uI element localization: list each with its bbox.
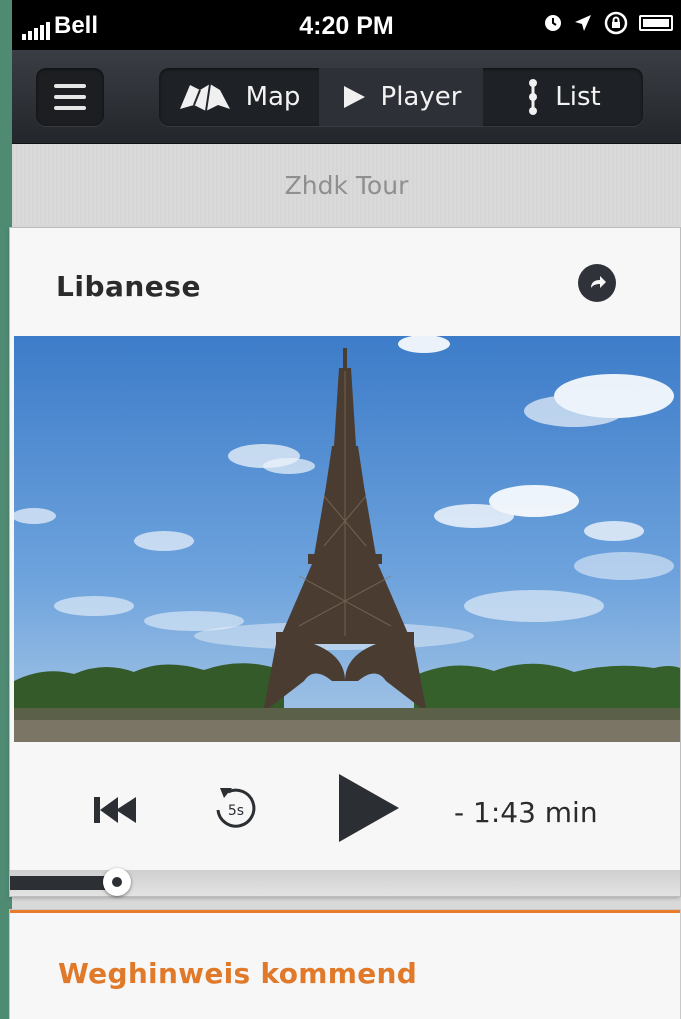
progress-bar[interactable] [10,868,680,896]
time-remaining: - 1:43 min [454,796,598,829]
view-switcher: Map Player List [159,68,643,126]
nav-bar: Map Player List [12,50,681,144]
tab-map-label: Map [245,82,301,112]
clock-icon [545,15,561,31]
tab-list-label: List [555,82,601,112]
play-button[interactable] [330,768,406,848]
rewind-5s-button[interactable]: 5s [206,778,266,838]
route-hint-card[interactable]: Weghinweis kommend [10,910,680,1019]
skip-back-button[interactable] [88,786,144,834]
share-arrow-icon [591,276,606,288]
map-icon [179,83,230,112]
play-large-icon [339,774,399,842]
share-button[interactable] [578,264,616,302]
skip-previous-icon [94,797,136,823]
tab-map[interactable]: Map [159,68,319,126]
menu-button[interactable] [36,68,104,126]
stop-photo [14,336,680,742]
tour-title: Zhdk Tour [12,145,681,225]
list-icon [529,79,538,115]
progress-knob[interactable] [103,868,131,896]
player-controls: 5s - 1:43 min [10,742,680,870]
eiffel-tower-photo [14,336,680,742]
stop-title: Libanese [56,270,201,303]
play-icon [343,86,365,108]
status-bar: Bell 4:20 PM [12,0,681,50]
progress-fill [10,876,117,890]
tab-list[interactable]: List [483,68,643,126]
location-arrow-icon [575,15,591,31]
tab-player-label: Player [380,82,462,112]
rotation-lock-icon [604,11,628,35]
status-icons [543,10,673,36]
rewind-seconds-label: 5s [228,803,244,819]
player-card: Libanese 5s - 1:43 min [10,228,680,896]
route-hint-heading: Weghinweis kommend [58,957,418,990]
rewind-5s-icon: 5s [216,788,256,828]
tab-player[interactable]: Player [319,68,483,126]
battery-icon [639,15,673,31]
